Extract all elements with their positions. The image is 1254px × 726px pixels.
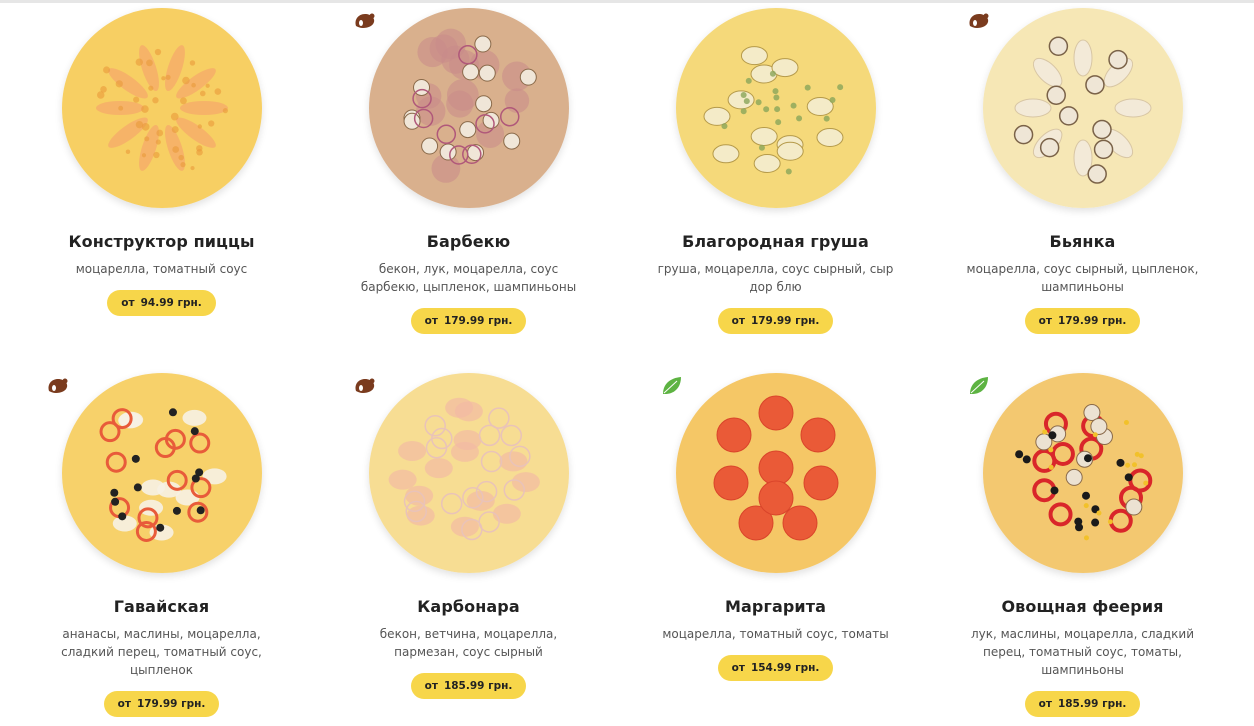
- product-card[interactable]: Гавайская ананасы, маслины, моцарелла, с…: [8, 373, 315, 717]
- leaf-icon: [663, 377, 681, 394]
- product-name[interactable]: Маргарита: [622, 597, 929, 619]
- price-button[interactable]: от 179.99 грн.: [103, 691, 220, 717]
- product-description: груша, моцарелла, соус сырный, сыр дор б…: [657, 262, 894, 294]
- meat-icon: [969, 13, 989, 28]
- product-description: ананасы, маслины, моцарелла, сладкий пер…: [61, 627, 262, 677]
- pizza-image[interactable]: [368, 8, 569, 208]
- product-name[interactable]: Гавайская: [8, 597, 315, 619]
- product-description: бекон, лук, моцарелла, соус барбекю, цып…: [360, 262, 577, 294]
- product-card[interactable]: Карбонара бекон, ветчина, моцарелла, пар…: [315, 373, 622, 699]
- price-button[interactable]: от 185.99 грн.: [1024, 691, 1141, 717]
- pizza-image[interactable]: [675, 373, 876, 573]
- product-card[interactable]: Благородная груша груша, моцарелла, соус…: [622, 8, 929, 334]
- price-button[interactable]: от 154.99 грн.: [717, 655, 834, 681]
- product-card[interactable]: Барбекю бекон, лук, моцарелла, соус барб…: [315, 8, 622, 334]
- product-name[interactable]: Барбекю: [315, 232, 622, 254]
- product-name[interactable]: Карбонара: [315, 597, 622, 619]
- leaf-icon: [970, 377, 988, 394]
- price-button[interactable]: от 179.99 грн.: [410, 308, 527, 334]
- product-card[interactable]: Маргарита моцарелла, томатный соус, тома…: [622, 373, 929, 681]
- pizza-image[interactable]: [368, 373, 569, 573]
- meat-icon: [355, 378, 375, 393]
- pizza-image[interactable]: [61, 8, 262, 208]
- product-description: моцарелла, соус сырный, цыпленок, шампин…: [966, 262, 1199, 294]
- pizza-image[interactable]: [61, 373, 262, 573]
- product-description: моцарелла, томатный соус: [75, 262, 248, 276]
- pizza-image[interactable]: [675, 8, 876, 208]
- meat-icon: [355, 13, 375, 28]
- price-button[interactable]: от 185.99 грн.: [410, 673, 527, 699]
- price-button[interactable]: от 179.99 грн.: [1024, 308, 1141, 334]
- product-name[interactable]: Конструктор пиццы: [8, 232, 315, 254]
- product-description: бекон, ветчина, моцарелла, пармезан, соу…: [379, 627, 558, 659]
- price-button[interactable]: от 179.99 грн.: [717, 308, 834, 334]
- product-grid: Конструктор пиццы моцарелла, томатный со…: [0, 0, 1254, 726]
- price-button[interactable]: от 94.99 грн.: [107, 290, 216, 316]
- product-card[interactable]: Овощная феерия лук, маслины, моцарелла, …: [929, 373, 1236, 717]
- pizza-image[interactable]: [982, 8, 1183, 208]
- product-name[interactable]: Овощная феерия: [929, 597, 1236, 619]
- product-name[interactable]: Бьянка: [929, 232, 1236, 254]
- pizza-image[interactable]: [982, 373, 1183, 573]
- product-card[interactable]: Конструктор пиццы моцарелла, томатный со…: [8, 8, 315, 316]
- product-description: лук, маслины, моцарелла, сладкий перец, …: [970, 627, 1195, 677]
- meat-icon: [48, 378, 68, 393]
- product-card[interactable]: Бьянка моцарелла, соус сырный, цыпленок,…: [929, 8, 1236, 334]
- product-name[interactable]: Благородная груша: [622, 232, 929, 254]
- product-description: моцарелла, томатный соус, томаты: [662, 627, 889, 641]
